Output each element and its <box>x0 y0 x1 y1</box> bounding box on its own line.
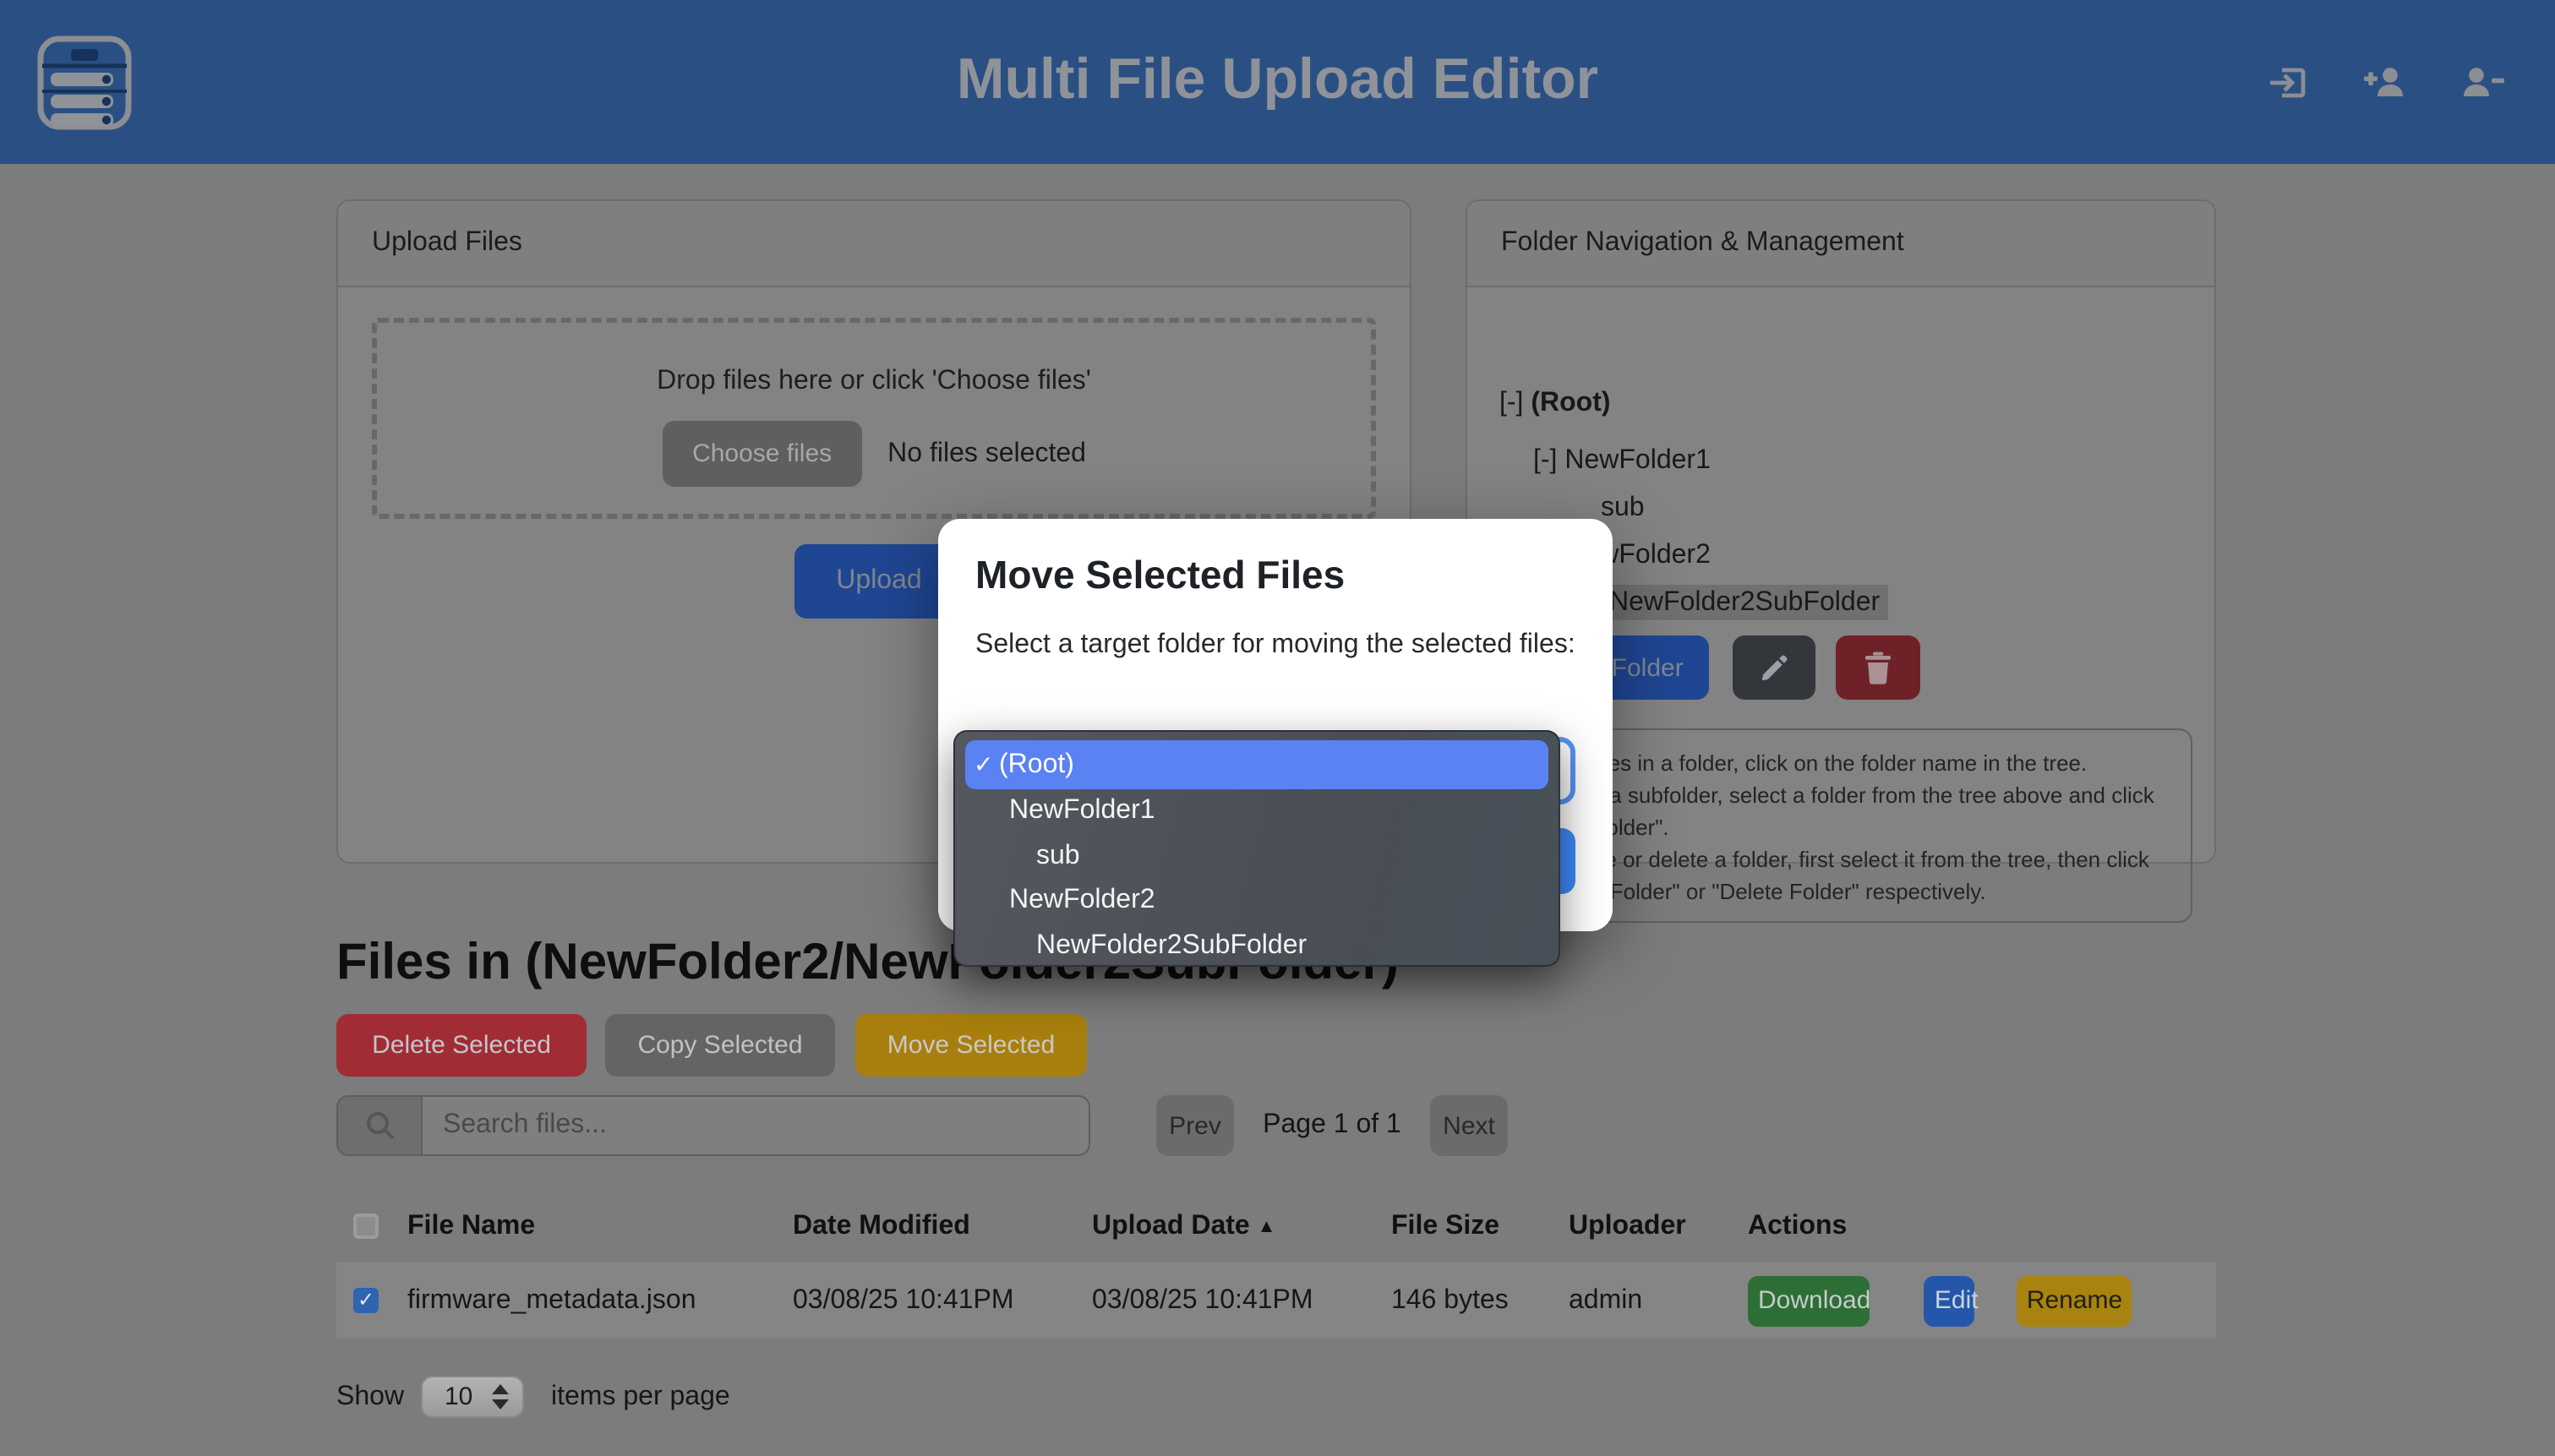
per-page-label: items per page <box>551 1374 730 1421</box>
trash-icon <box>1863 651 1893 684</box>
move-selected-button[interactable]: Move Selected <box>855 1014 1087 1077</box>
app-header: Multi File Upload Editor <box>0 0 2555 164</box>
copy-selected-button[interactable]: Copy Selected <box>605 1014 835 1077</box>
page-size-select[interactable]: 10 <box>421 1376 524 1418</box>
option-newfolder2subfolder[interactable]: NewFolder2SubFolder <box>965 924 1548 968</box>
check-icon: ✓ <box>974 740 993 789</box>
next-page-button[interactable]: Next <box>1430 1095 1508 1156</box>
col-file-size[interactable]: File Size <box>1391 1211 1569 1241</box>
download-button[interactable]: Download <box>1748 1275 1870 1326</box>
prev-page-button[interactable]: Prev <box>1156 1095 1234 1156</box>
option-newfolder1[interactable]: NewFolder1 <box>965 789 1548 834</box>
col-date-modified[interactable]: Date Modified <box>793 1211 1092 1241</box>
pencil-icon <box>1758 652 1790 684</box>
select-all-checkbox[interactable] <box>353 1213 379 1239</box>
tree-item-newfolder1[interactable]: [-] NewFolder1 <box>1467 439 2280 483</box>
cell-file-size: 146 bytes <box>1391 1285 1569 1316</box>
user-remove-icon[interactable] <box>2460 63 2504 103</box>
table-row: ✓ firmware_metadata.json 03/08/25 10:41P… <box>336 1262 2216 1339</box>
folder-panel-title: Folder Navigation & Management <box>1467 201 2214 287</box>
col-file-name[interactable]: File Name <box>407 1211 793 1241</box>
option-sub[interactable]: sub <box>965 834 1548 879</box>
dropzone-hint: Drop files here or click 'Choose files' <box>377 367 1371 397</box>
page-status: Page 1 of 1 <box>1251 1095 1413 1156</box>
option-newfolder2[interactable]: NewFolder2 <box>965 879 1548 924</box>
cell-date-modified: 03/08/25 10:41PM <box>793 1285 1092 1316</box>
files-table: File Name Date Modified Upload Date ▲ Fi… <box>336 1205 2216 1339</box>
col-uploader[interactable]: Uploader <box>1569 1211 1748 1241</box>
delete-folder-button[interactable] <box>1836 635 1920 700</box>
user-add-icon[interactable] <box>2362 63 2406 103</box>
login-icon[interactable] <box>2268 63 2308 103</box>
choose-files-button[interactable]: Choose files <box>662 421 862 487</box>
sort-asc-icon: ▲ <box>1258 1216 1276 1236</box>
row-checkbox[interactable]: ✓ <box>353 1288 379 1313</box>
cell-file-name: firmware_metadata.json <box>407 1285 793 1316</box>
modal-body-text: Select a target folder for moving the se… <box>975 624 1577 666</box>
target-folder-dropdown: ✓(Root) NewFolder1 sub NewFolder2 NewFol… <box>953 730 1560 967</box>
search-input[interactable] <box>421 1095 1090 1156</box>
no-files-text: No files selected <box>887 439 1086 469</box>
col-upload-date[interactable]: Upload Date ▲ <box>1092 1211 1391 1241</box>
col-actions: Actions <box>1748 1211 2216 1241</box>
delete-selected-button[interactable]: Delete Selected <box>336 1014 587 1077</box>
file-dropzone[interactable]: Drop files here or click 'Choose files' … <box>372 318 1376 519</box>
option-root[interactable]: ✓(Root) <box>965 740 1548 789</box>
edit-button[interactable]: Edit <box>1924 1275 1975 1326</box>
stepper-icon <box>492 1384 509 1410</box>
rename-button[interactable]: Rename <box>2017 1275 2132 1326</box>
cell-uploader: admin <box>1569 1285 1748 1316</box>
table-header: File Name Date Modified Upload Date ▲ Fi… <box>336 1205 2216 1247</box>
screen: Multi File Upload Editor <box>0 0 2555 1456</box>
modal-title: Move Selected Files <box>975 553 1345 598</box>
cell-upload-date: 03/08/25 10:41PM <box>1092 1285 1391 1316</box>
upload-panel-title: Upload Files <box>338 201 1410 287</box>
show-label: Show <box>336 1374 404 1421</box>
search-icon <box>336 1095 423 1156</box>
tree-item-root[interactable]: [-] (Root) <box>1467 382 2247 426</box>
rename-folder-button[interactable] <box>1733 635 1815 700</box>
page-size-value: 10 <box>445 1377 472 1416</box>
page-title: Multi File Upload Editor <box>0 47 2555 113</box>
